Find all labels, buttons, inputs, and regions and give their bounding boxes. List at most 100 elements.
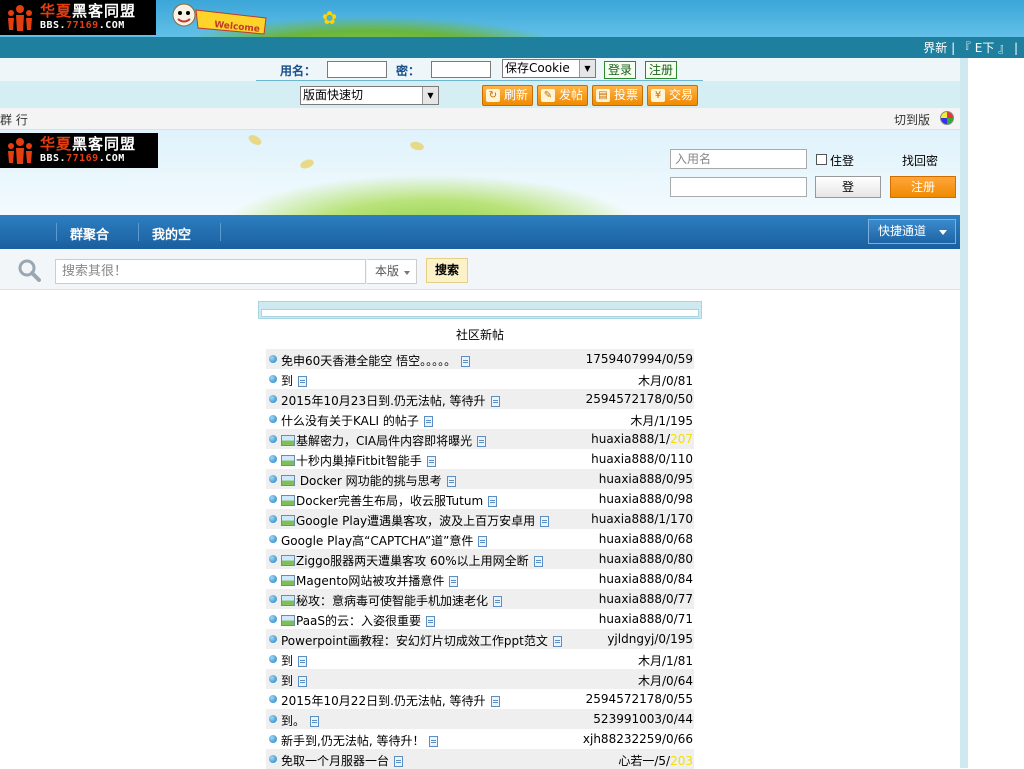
list-item[interactable]: Docker 网功能的挑与思考 huaxia888/0/95 [266, 469, 694, 489]
post-title[interactable]: Powerpoint画教程：安幻灯片切成效工作ppt范文 [281, 632, 562, 649]
post-title[interactable]: 免申60天香港全能空 悟空。。。。。 [281, 352, 471, 369]
post-title[interactable]: Ziggo服器两天遭巢客攻 60%以上用网全断 [281, 552, 543, 569]
post-title[interactable]: 十秒内巢掉Fitbit智能手 [281, 452, 436, 469]
trade-button[interactable]: ¥ 交易 [647, 85, 699, 106]
list-item[interactable]: PaaS的云：入姿很重要 huaxia888/0/71 [266, 609, 694, 629]
post-title[interactable]: 到 [281, 372, 308, 389]
post-title[interactable]: 基解密力，CIA局件内容即将曝光 [281, 432, 487, 449]
list-item[interactable]: Google Play遭遇巢客攻，波及上百万安卓用 huaxia888/1/170 [266, 509, 694, 529]
search-input[interactable]: 搜索其很！ [55, 259, 366, 284]
list-item[interactable]: 免申60天香港全能空 悟空。。。。。 1759407994/0/59 [266, 349, 694, 369]
login-button[interactable]: 登录 [604, 61, 637, 79]
post-title-text[interactable]: 免申60天香港全能空 悟空。。。。。 [281, 354, 456, 368]
board-quick-switch-select[interactable]: 版面快速切 ▼ [300, 86, 439, 105]
cookie-select-value: 保存Cookie [505, 61, 570, 75]
post-title-text[interactable]: PaaS的云：入姿很重要 [296, 614, 421, 628]
list-item[interactable]: 免取一个月服器一台 心若一/5/203 [266, 749, 694, 769]
hero-logo[interactable]: 华夏黑客同盟 BBS.77169.COM [0, 133, 158, 168]
post-title[interactable]: Docker 网功能的挑与思考 [281, 472, 456, 489]
username-input[interactable] [327, 61, 387, 78]
post-title-text[interactable]: 基解密力，CIA局件内容即将曝光 [296, 434, 472, 448]
list-item[interactable]: 新手到,仍无法帖, 等待升！ xjh88232259/0/66 [266, 729, 694, 749]
post-title[interactable]: Docker完善生布局，收云服Tutum [281, 492, 498, 509]
post-title-text[interactable]: 2015年10月22日到.仍无法帖, 等待升 [281, 694, 486, 708]
hero-username-input[interactable]: 入用名 [670, 149, 807, 169]
post-title[interactable]: 什么没有关于KALI 的帖子 [281, 412, 433, 429]
post-title-text[interactable]: Google Play高“CAPTCHA”道”意件 [281, 534, 473, 548]
post-title-text[interactable]: Google Play遭遇巢客攻，波及上百万安卓用 [296, 514, 535, 528]
top-links[interactable]: 界新 | 『 E下 』 | [923, 39, 1018, 56]
search-scope-select[interactable]: 本版 [367, 259, 417, 284]
post-title-text[interactable]: Ziggo服器两天遭巢客攻 60%以上用网全断 [296, 554, 529, 568]
logo-en-a: BBS. [40, 153, 67, 164]
top-link-bar: 界新 | 『 E下 』 | [0, 37, 1024, 58]
register-button[interactable]: 注册 [645, 61, 678, 79]
cookie-select[interactable]: 保存Cookie ▼ [502, 59, 596, 78]
post-title-text[interactable]: 到。 [281, 714, 305, 728]
post-title-text[interactable]: 什么没有关于KALI 的帖子 [281, 414, 419, 428]
forgot-password-link[interactable]: 找回密 [902, 152, 938, 169]
post-title[interactable]: 秘攻：意病毒可使智能手机加速老化 [281, 592, 503, 609]
hero-password-input[interactable] [670, 177, 807, 197]
post-title-text[interactable]: 十秒内巢掉Fitbit智能手 [296, 454, 422, 468]
post-title-text[interactable]: Docker完善生布局，收云服Tutum [296, 494, 483, 508]
post-title[interactable]: 到 [281, 652, 308, 669]
post-title[interactable]: 到。 [281, 712, 320, 729]
post-stats: 2594572178/0/50 [586, 392, 693, 406]
top-links-text[interactable]: 界新 | 『 E下 』 | [923, 41, 1018, 55]
post-title[interactable]: 2015年10月23日到.仍无法帖, 等待升 [281, 392, 500, 409]
post-title[interactable]: 2015年10月22日到.仍无法帖, 等待升 [281, 692, 500, 709]
nav-item-group-aggregate[interactable]: 群聚合 [70, 224, 109, 243]
hero-register-button[interactable]: 注册 [890, 176, 956, 198]
list-item[interactable]: 到 木月/1/81 [266, 649, 694, 669]
post-title[interactable]: 到 [281, 672, 308, 689]
post-title-text[interactable]: 到 [281, 374, 293, 388]
post-stats-text: huaxia888/1/170 [591, 512, 693, 526]
post-title-text[interactable]: 到 [281, 654, 293, 668]
list-item[interactable]: Ziggo服器两天遭巢客攻 60%以上用网全断 huaxia888/0/80 [266, 549, 694, 569]
post-title-text[interactable]: Docker 网功能的挑与思考 [296, 474, 442, 488]
post-title-text[interactable]: 新手到,仍无法帖, 等待升！ [281, 734, 424, 748]
switch-board-link[interactable]: 切到版 [894, 111, 930, 128]
post-title[interactable]: Google Play高“CAPTCHA”道”意件 [281, 532, 488, 549]
site-logo[interactable]: 华夏黑客同盟 BBS.77169.COM [0, 0, 156, 35]
post-title-text[interactable]: 到 [281, 674, 293, 688]
post-title-text[interactable]: 2015年10月23日到.仍无法帖, 等待升 [281, 394, 486, 408]
theme-color-icon[interactable] [940, 111, 954, 125]
remember-login-checkbox[interactable] [816, 154, 827, 165]
list-item[interactable]: 2015年10月22日到.仍无法帖, 等待升 2594572178/0/55 [266, 689, 694, 709]
vote-button[interactable]: ▤ 投票 [592, 85, 644, 106]
hero-login-button[interactable]: 登 [815, 176, 881, 198]
list-item[interactable]: 基解密力，CIA局件内容即将曝光 huaxia888/1/207 [266, 429, 694, 449]
post-title-text[interactable]: 秘攻：意病毒可使智能手机加速老化 [296, 594, 488, 608]
post-title[interactable]: PaaS的云：入姿很重要 [281, 612, 436, 629]
post-title[interactable]: 新手到,仍无法帖, 等待升！ [281, 732, 439, 749]
nav-item-my-space[interactable]: 我的空 [152, 224, 191, 243]
post-title-text[interactable]: Magento网站被攻并播意件 [296, 574, 444, 588]
list-item[interactable]: 到 木月/0/81 [266, 369, 694, 389]
list-item[interactable]: Magento网站被攻并播意件 huaxia888/0/84 [266, 569, 694, 589]
list-item[interactable]: Powerpoint画教程：安幻灯片切成效工作ppt范文 yjldngyj/0/1… [266, 629, 694, 649]
post-title[interactable]: Magento网站被攻并播意件 [281, 572, 459, 589]
search-button[interactable]: 搜索 [426, 258, 468, 283]
post-title-text[interactable]: Powerpoint画教程：安幻灯片切成效工作ppt范文 [281, 634, 548, 648]
bullet-icon [269, 755, 277, 763]
post-title[interactable]: Google Play遭遇巢客攻，波及上百万安卓用 [281, 512, 550, 529]
list-item[interactable]: 十秒内巢掉Fitbit智能手 huaxia888/0/110 [266, 449, 694, 469]
post-title-text[interactable]: 免取一个月服器一台 [281, 754, 389, 768]
list-item[interactable]: 什么没有关于KALI 的帖子 木月/1/195 [266, 409, 694, 429]
list-item[interactable]: 到。 523991003/0/44 [266, 709, 694, 729]
list-item[interactable]: Google Play高“CAPTCHA”道”意件 huaxia888/0/68 [266, 529, 694, 549]
password-input[interactable] [431, 61, 491, 78]
quick-access-dropdown[interactable]: 快捷通道 [868, 219, 956, 244]
search-icon [16, 257, 42, 286]
list-item[interactable]: 2015年10月23日到.仍无法帖, 等待升 2594572178/0/50 [266, 389, 694, 409]
list-item[interactable]: 到 木月/0/64 [266, 669, 694, 689]
new-post-button[interactable]: ✎ 发帖 [537, 85, 589, 106]
post-stats: huaxia888/0/98 [599, 492, 693, 506]
list-item[interactable]: Docker完善生布局，收云服Tutum huaxia888/0/98 [266, 489, 694, 509]
refresh-button[interactable]: ↻ 刷新 [482, 85, 534, 106]
group-bar-left[interactable]: 群 行 [0, 111, 28, 128]
post-title[interactable]: 免取一个月服器一台 [281, 752, 404, 769]
list-item[interactable]: 秘攻：意病毒可使智能手机加速老化 huaxia888/0/77 [266, 589, 694, 609]
